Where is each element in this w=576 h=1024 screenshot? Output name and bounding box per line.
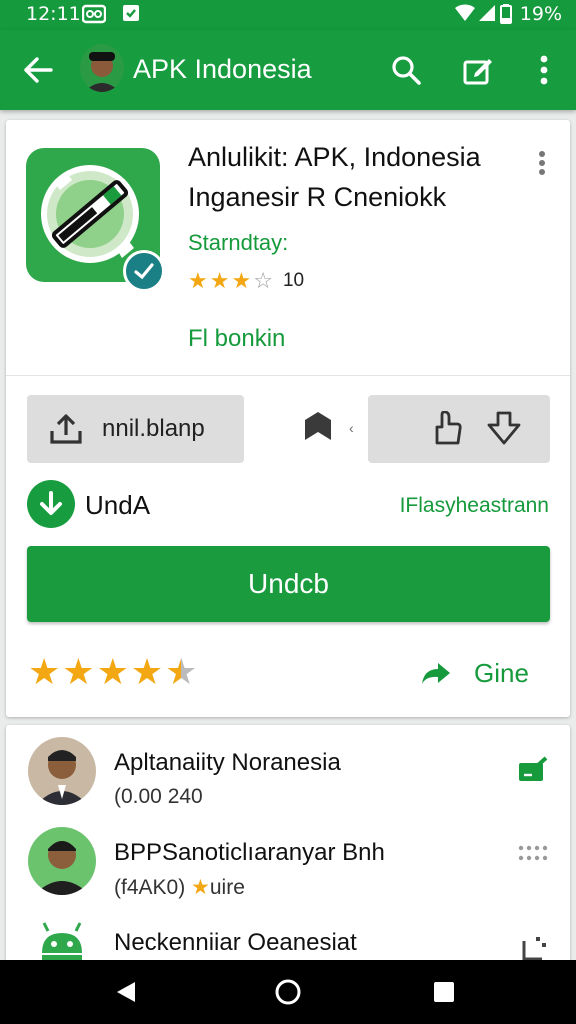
nav-recents-icon bbox=[434, 982, 454, 1002]
vote-box bbox=[368, 395, 550, 463]
overflow-menu-button[interactable] bbox=[524, 50, 564, 90]
star-full-icon: ★ bbox=[209, 268, 230, 293]
star-full-icon: ★ bbox=[62, 651, 95, 692]
app-link[interactable]: Fl bonkin bbox=[188, 325, 285, 353]
signal-icon bbox=[478, 4, 496, 28]
search-button[interactable] bbox=[386, 50, 426, 90]
thumbs-up-button[interactable] bbox=[432, 410, 462, 452]
star-empty-icon: ☆ bbox=[253, 268, 273, 293]
back-button[interactable] bbox=[18, 50, 58, 90]
nav-back-button[interactable] bbox=[110, 976, 142, 1008]
app-status: Starndtay: bbox=[188, 230, 289, 255]
app-rating: ★ ★ ★ ☆ 10 bbox=[188, 270, 304, 292]
search-icon bbox=[392, 56, 421, 85]
list-item-sub: (0.00 240 bbox=[114, 785, 203, 808]
avatar bbox=[28, 737, 96, 805]
voicemail-icon bbox=[81, 4, 107, 30]
thumbs-down-button[interactable] bbox=[486, 411, 522, 450]
app-bar-title: APK Indonesia bbox=[133, 54, 312, 84]
grid-icon[interactable] bbox=[518, 845, 548, 866]
star-half-icon: ★ bbox=[165, 651, 198, 692]
battery-percent: 19% bbox=[519, 3, 562, 25]
edit-icon bbox=[463, 59, 492, 85]
list-item-name: Apltanaiity Noranesia bbox=[114, 749, 341, 776]
download-row: UndA IFlasyheastrann bbox=[27, 480, 551, 530]
download-button[interactable]: Undcb bbox=[27, 546, 550, 622]
download-circle-icon bbox=[27, 480, 75, 528]
more-vert-icon bbox=[540, 55, 548, 85]
notification-icon bbox=[122, 4, 140, 28]
avatar bbox=[28, 827, 96, 895]
header-avatar[interactable] bbox=[80, 44, 124, 92]
status-time: 12:11 bbox=[26, 3, 81, 25]
star-full-icon: ★ bbox=[231, 268, 252, 293]
star-full-icon: ★ bbox=[188, 268, 208, 293]
upload-icon bbox=[49, 413, 83, 450]
thumbs-up-icon bbox=[435, 410, 462, 445]
share-button[interactable]: nnil.blanp bbox=[27, 395, 244, 463]
card-menu-button[interactable] bbox=[538, 150, 552, 181]
system-nav-bar bbox=[0, 960, 576, 1024]
star-full-icon: ★ bbox=[96, 651, 129, 692]
wifi-icon bbox=[454, 4, 476, 28]
star-full-icon: ★ bbox=[28, 651, 61, 692]
share-link[interactable]: Gine bbox=[420, 658, 529, 689]
rating-count: 10 bbox=[282, 270, 305, 291]
star-full-icon: ★ bbox=[130, 651, 164, 692]
nav-home-button[interactable] bbox=[272, 976, 304, 1008]
more-vert-icon bbox=[539, 151, 545, 175]
status-bar: 12:11 19% bbox=[0, 0, 576, 30]
app-developer[interactable]: Inganesir R Cneniokk bbox=[188, 182, 446, 213]
app-bar: APK Indonesia bbox=[0, 30, 576, 110]
app-detail-card: Anlulikit: APK, Indonesia Inganesir R Cn… bbox=[6, 120, 570, 717]
nav-recents-button[interactable] bbox=[428, 976, 460, 1008]
share-link-label: Gine bbox=[474, 658, 529, 688]
overall-rating[interactable]: ★ ★ ★ ★ ★ bbox=[28, 654, 197, 690]
bookmark-button[interactable] bbox=[302, 410, 338, 446]
share-button-label: nnil.blanp bbox=[102, 415, 205, 442]
chevron-left-icon: ‹ bbox=[349, 420, 354, 436]
download-heading: UndA bbox=[85, 490, 151, 520]
list-item[interactable]: Apltanaiity Noranesia (0.00 240 bbox=[6, 737, 570, 821]
nav-home-icon bbox=[275, 979, 301, 1005]
bookmark-icon bbox=[305, 412, 331, 440]
list-item[interactable]: BPPSanoticlıaranyar Bnh (f4AK0) ★uire bbox=[6, 827, 570, 911]
thumbs-down-icon bbox=[487, 411, 521, 445]
divider bbox=[6, 375, 570, 376]
related-apps-card: Apltanaiity Noranesia (0.00 240 BPPSanot… bbox=[6, 725, 570, 985]
back-arrow-icon bbox=[24, 57, 53, 83]
nav-back-icon bbox=[117, 982, 135, 1002]
verified-badge-icon bbox=[123, 250, 165, 292]
edit-button[interactable] bbox=[458, 50, 498, 90]
battery-icon bbox=[500, 4, 512, 30]
app-name: Anlulikit: APK, Indonesia bbox=[188, 142, 481, 172]
download-meta[interactable]: IFlasyheastrann bbox=[400, 494, 549, 518]
share-arrow-icon bbox=[422, 662, 450, 684]
install-icon[interactable] bbox=[518, 755, 548, 788]
list-item-name: BPPSanoticlıaranyar Bnh bbox=[114, 839, 385, 866]
list-item-sub: (f4AK0) ★uire bbox=[114, 876, 245, 899]
star-full-icon: ★ bbox=[191, 876, 210, 899]
list-item-name: Neckenniiar Oeanesiat bbox=[114, 929, 357, 956]
